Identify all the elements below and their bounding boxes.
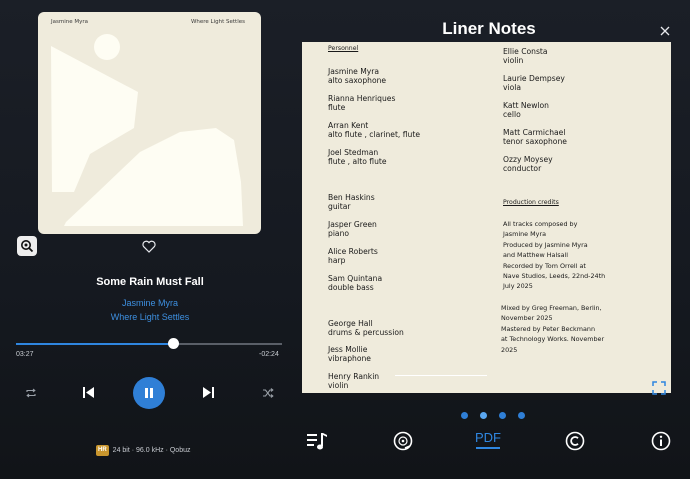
audio-quality-text: 24 bit · 96.0 kHz · Qobuz [112,447,191,454]
close-button[interactable] [659,25,671,37]
zoom-icon [21,240,34,253]
heart-icon [142,240,156,253]
page-dot[interactable] [518,412,525,419]
close-icon [660,26,670,36]
page-dot[interactable] [461,412,468,419]
personnel-entry: George Hall drums & percussion [328,319,404,337]
personnel-entry: Arran Kent alto flute , clarinet, flute [328,121,420,139]
liner-notes-title: Liner Notes [442,19,536,38]
zoom-button[interactable] [17,236,37,256]
personnel-entry: Rianna Henriques flute [328,94,396,112]
progress-slider[interactable] [16,338,282,349]
personnel-entry: Sam Quintana double bass [328,274,383,292]
previous-icon [83,387,94,398]
elapsed-time: 03:27 [16,351,34,358]
personnel-entry: Ozzy Moysey conductor [503,155,553,173]
repeat-button[interactable] [24,386,38,400]
disc-icon [393,431,413,451]
personnel-entry: Ben Haskins guitar [328,193,375,211]
liner-notes-pdf-page[interactable]: Personnel Jasmine Myra alto saxophone Ria… [302,42,671,393]
production-credits-heading: Production credits [503,199,559,206]
copyright-icon [565,431,585,451]
cover-artwork [51,34,243,226]
repeat-icon [26,388,36,398]
personnel-entry: Katt Newlon cello [503,101,549,119]
tab-album[interactable] [392,430,414,452]
remaining-time: -02:24 [259,351,279,358]
favorite-button[interactable] [141,238,157,254]
album-cover: Jasmine Myra Where Light Settles [38,12,261,234]
tab-info[interactable] [650,430,672,452]
personnel-entry: Joel Stedman flute , alto flute [328,148,387,166]
personnel-entry: Laurie Dempsey viola [503,74,565,92]
track-album-link[interactable]: Where Light Settles [0,312,300,322]
audio-quality-info: HR 24 bit · 96.0 kHz · Qobuz [96,445,191,456]
next-icon [203,387,214,398]
page-dot[interactable] [499,412,506,419]
personnel-entry: Jasmine Myra alto saxophone [328,67,387,85]
tab-pdf[interactable]: PDF [475,430,501,449]
personnel-entry: Henry Rankin violin [328,372,380,390]
fullscreen-button[interactable] [652,381,666,395]
divider [395,375,487,376]
personnel-entry: Jess Mollie vibraphone [328,345,371,363]
expand-icon [652,381,666,395]
page-dot-active[interactable] [480,412,487,419]
mixing-credits-block: Mixed by Greg Freeman, Berlin, November … [501,304,605,354]
previous-button[interactable] [81,385,96,400]
track-title: Some Rain Must Fall [96,276,204,288]
personnel-entry: Ellie Consta violin [503,47,548,65]
pause-icon [145,388,153,398]
progress-fill [16,343,173,345]
page-indicator[interactable] [461,412,525,419]
personnel-entry: Matt Carmichael tenor saxophone [503,128,567,146]
shuffle-icon [263,388,274,398]
tab-copyright[interactable] [564,430,586,452]
personnel-heading: Personnel [328,45,359,52]
music-list-icon [307,433,327,450]
next-button[interactable] [201,385,216,400]
info-icon [651,431,671,451]
personnel-entry: Jasper Green piano [328,220,377,238]
shuffle-button[interactable] [261,386,275,400]
hi-res-badge: HR [96,445,109,456]
pause-button[interactable] [133,377,165,409]
production-credits-block: All tracks composed by Jasmine Myra Prod… [503,220,606,291]
track-artist-link[interactable]: Jasmine Myra [0,298,300,308]
tab-queue[interactable] [305,430,329,452]
personnel-entry: Alice Roberts harp [328,247,378,265]
progress-handle[interactable] [167,338,179,349]
